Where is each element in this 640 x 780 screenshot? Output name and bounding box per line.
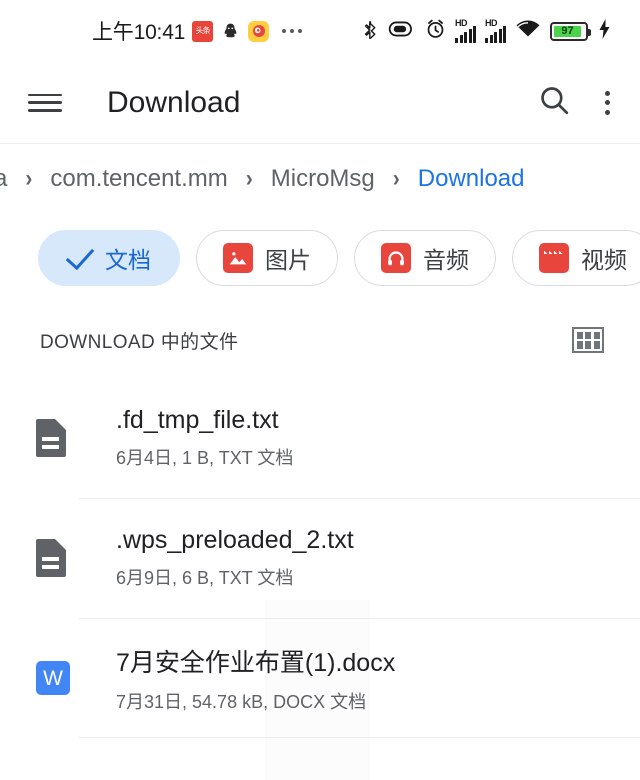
- breadcrumb-item-3[interactable]: Download: [414, 165, 529, 193]
- headphone-icon: [381, 243, 411, 273]
- bluetooth-icon: [362, 18, 379, 45]
- filter-chip-label: 音频: [423, 247, 469, 273]
- menu-icon[interactable]: [28, 91, 62, 115]
- filter-chip-video[interactable]: 视频: [512, 230, 640, 286]
- filter-chip-audio[interactable]: 音频: [354, 230, 496, 286]
- qq-icon: [220, 21, 241, 42]
- filter-chip-label: 图片: [265, 247, 311, 273]
- breadcrumb-item-1[interactable]: com.tencent.mm: [46, 165, 231, 193]
- charging-bolt-icon: [597, 18, 612, 45]
- file-name: .wps_preloaded_2.txt: [116, 526, 354, 554]
- weibo-icon: [248, 20, 270, 42]
- battery-icon: 97: [550, 21, 591, 41]
- file-subtitle: 6月4日, 1 B, TXT 文档: [116, 448, 294, 468]
- check-icon: [65, 240, 95, 270]
- file-list-item[interactable]: W 7月安全作业布置(1).docx 7月31日, 54.78 kB, DOCX…: [0, 618, 640, 738]
- file-name: .fd_tmp_file.txt: [116, 406, 279, 434]
- app-bar-actions: [537, 83, 618, 122]
- image-icon: [223, 243, 253, 273]
- filter-chip-bar[interactable]: 文档 图片 音频 视频: [0, 214, 640, 302]
- page-title: Download: [107, 85, 241, 119]
- signal-sim1-icon: HD: [455, 19, 476, 43]
- file-list: .fd_tmp_file.txt 6月4日, 1 B, TXT 文档 .wps_…: [0, 378, 640, 738]
- battery-level: 97: [554, 25, 581, 37]
- filter-chip-label: 视频: [581, 247, 627, 273]
- toutiao-icon: 头条: [192, 20, 214, 42]
- file-subtitle: 7月31日, 54.78 kB, DOCX 文档: [116, 691, 367, 712]
- status-bar-clock: 上午10:41: [92, 21, 186, 44]
- file-list-item[interactable]: .wps_preloaded_2.txt 6月9日, 6 B, TXT 文档: [0, 498, 640, 618]
- section-title: DOWNLOAD 中的文件: [40, 331, 239, 353]
- text-document-icon: [36, 539, 66, 577]
- signal-sim2-icon: HD: [485, 19, 506, 43]
- video-clapper-icon: [539, 243, 569, 273]
- status-bar-right: HD HD 97: [362, 18, 626, 45]
- breadcrumb-item-0[interactable]: a: [0, 165, 11, 193]
- alarm-clock-icon: [425, 18, 446, 45]
- filter-chip-images[interactable]: 图片: [196, 230, 338, 286]
- status-bar: 上午10:41 头条 HD HD 97: [0, 0, 640, 62]
- breadcrumb[interactable]: a › com.tencent.mm › MicroMsg › Download: [0, 144, 640, 214]
- file-subtitle: 6月9日, 6 B, TXT 文档: [116, 568, 294, 588]
- file-list-item[interactable]: .fd_tmp_file.txt 6月4日, 1 B, TXT 文档: [0, 378, 640, 498]
- notification-overflow-icon: [282, 29, 303, 33]
- more-vertical-icon[interactable]: [597, 87, 618, 119]
- text-document-icon: [36, 419, 66, 457]
- breadcrumb-separator: ›: [245, 165, 253, 192]
- file-name: 7月安全作业布置(1).docx: [116, 648, 396, 677]
- grid-view-icon[interactable]: [572, 327, 604, 353]
- filter-chip-label: 文档: [105, 247, 151, 273]
- word-document-icon: W: [36, 661, 70, 695]
- breadcrumb-item-2[interactable]: MicroMsg: [267, 165, 379, 193]
- search-icon[interactable]: [537, 83, 571, 122]
- app-bar: Download: [0, 62, 640, 144]
- section-header: DOWNLOAD 中的文件: [0, 302, 640, 378]
- breadcrumb-separator: ›: [392, 165, 400, 192]
- status-bar-left: 上午10:41 头条: [0, 16, 303, 46]
- wifi-icon: [515, 19, 541, 44]
- breadcrumb-separator: ›: [25, 165, 33, 192]
- vibrate-mode-icon: [388, 19, 416, 44]
- filter-chip-documents[interactable]: 文档: [38, 230, 180, 286]
